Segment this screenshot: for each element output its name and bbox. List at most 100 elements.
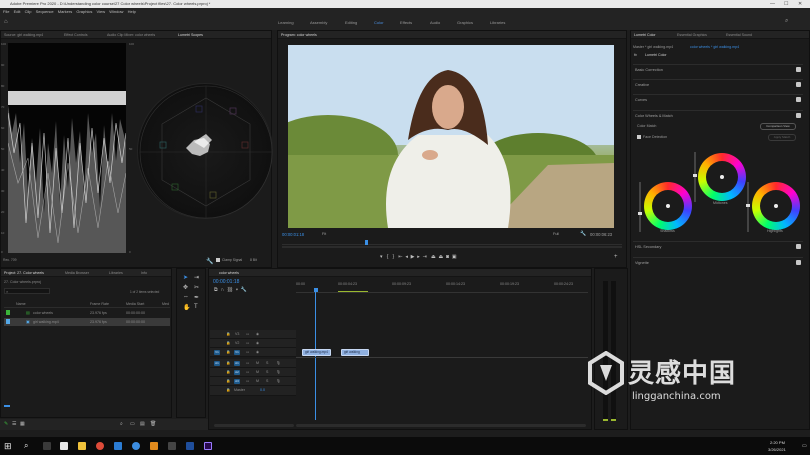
step-back-icon[interactable]: ◂ [405, 254, 408, 260]
pen-tool-icon[interactable]: ✒ [194, 294, 199, 301]
apply-match-button[interactable]: Apply Match [768, 134, 796, 141]
slider-handle[interactable] [693, 174, 697, 177]
chrome-icon[interactable] [96, 442, 104, 450]
extract-icon[interactable]: ⏏ [438, 254, 443, 260]
lock-icon[interactable]: 🔒 [226, 341, 230, 345]
sync-lock-icon[interactable]: ▭ [246, 361, 249, 365]
lock-icon[interactable]: 🔒 [226, 388, 230, 392]
list-view-icon[interactable]: ☰ [12, 421, 16, 427]
taskbar-clock-date[interactable]: 3/26/2021 [768, 447, 786, 452]
menu-markers[interactable]: Markers [58, 8, 72, 16]
type-tool-icon[interactable]: T [194, 304, 198, 310]
tab-essential-graphics[interactable]: Essential Graphics [677, 33, 707, 37]
task-view-icon[interactable] [43, 442, 51, 450]
workspace-graphics[interactable]: Graphics [457, 20, 473, 25]
bit-depth-select[interactable]: 8 Bit [250, 258, 257, 262]
menu-edit[interactable]: Edit [14, 8, 21, 16]
tab-effect-controls[interactable]: Effect Controls [64, 33, 88, 37]
tab-project[interactable]: Project: 27. Color wheels [4, 271, 44, 275]
lumetri-sequence-clip[interactable]: color wheels * girl walking.mp4 [690, 45, 739, 49]
sync-lock-icon[interactable]: ▭ [246, 379, 249, 383]
tab-timeline[interactable]: color wheels [219, 271, 239, 275]
app-icon[interactable] [150, 442, 158, 450]
minimize-button[interactable]: — [770, 0, 775, 8]
app-icon[interactable] [186, 442, 194, 450]
menu-clip[interactable]: Clip [25, 8, 32, 16]
playhead-marker[interactable] [365, 240, 368, 245]
play-icon[interactable]: ▶ [411, 254, 415, 260]
timeline-zoom-scroll[interactable] [296, 424, 586, 427]
pencil-icon[interactable]: ✎ [4, 421, 8, 427]
sync-lock-icon[interactable]: ▭ [246, 350, 249, 354]
microphone-icon[interactable]: 🎙 [276, 379, 281, 383]
workspace-libraries[interactable]: Libraries [490, 20, 505, 25]
timeline-horizontal-scroll[interactable] [214, 424, 294, 427]
section-vignette[interactable]: Vignette [633, 257, 803, 267]
timeline-ruler[interactable]: 00:00 00:00:04:23 00:00:09:23 00:00:14:2… [296, 281, 588, 293]
app-icon[interactable] [168, 442, 176, 450]
add-marker-icon[interactable]: ▾ [380, 254, 383, 260]
file-explorer-icon[interactable] [78, 442, 86, 450]
wrench-icon[interactable]: 🔧 [206, 258, 213, 265]
eye-icon[interactable]: ◉ [256, 341, 259, 345]
tab-info[interactable]: Info [141, 271, 147, 275]
source-patch-v1[interactable]: V1 [214, 350, 220, 355]
track-target-a1[interactable]: A1 [234, 361, 240, 366]
comparison-view-button[interactable]: Comparison View [760, 123, 796, 130]
store-icon[interactable] [60, 442, 68, 450]
microphone-icon[interactable]: 🎙 [276, 370, 281, 374]
slider-handle[interactable] [638, 212, 642, 215]
close-button[interactable]: ✕ [798, 0, 802, 8]
lift-icon[interactable]: ⏏ [431, 254, 436, 260]
hand-tool-icon[interactable]: ✋ [183, 304, 190, 311]
section-checkbox[interactable] [796, 82, 801, 87]
workspace-effects[interactable]: Effects [400, 20, 412, 25]
section-hsl-secondary[interactable]: HSL Secondary [633, 241, 803, 251]
menu-view[interactable]: View [96, 8, 105, 16]
razor-tool-icon[interactable]: ✂ [194, 284, 199, 291]
workspace-learning[interactable]: Learning [278, 20, 294, 25]
lock-icon[interactable]: 🔒 [226, 370, 230, 374]
quality-dropdown[interactable]: Full [553, 232, 559, 236]
export-frame-icon[interactable]: ◙ [446, 254, 449, 260]
tab-essential-sound[interactable]: Essential Sound [726, 33, 752, 37]
tab-lumetri-color[interactable]: Lumetri Color [634, 33, 656, 37]
wheel-center-handle[interactable] [720, 175, 724, 179]
mark-out-icon[interactable]: } [393, 254, 395, 260]
project-item-row-selected[interactable]: ▣ girl walking.mp4 23.976 fps 00:00:00:0… [4, 318, 170, 326]
menu-help[interactable]: Help [128, 8, 136, 16]
notification-icon[interactable]: ▭ [802, 443, 807, 449]
track-target-v1[interactable]: V1 [234, 350, 240, 355]
project-search-input[interactable]: ⌕ [4, 288, 50, 294]
add-button-icon[interactable]: + [614, 254, 618, 260]
label-color-swatch[interactable] [6, 310, 10, 315]
slider-handle[interactable] [746, 204, 750, 207]
section-checkbox[interactable] [796, 244, 801, 249]
column-frame-rate[interactable]: Frame Rate [90, 302, 109, 306]
icon-view-icon[interactable]: ▦ [20, 421, 25, 427]
section-color-wheels[interactable]: Color Wheels & Match [633, 110, 803, 120]
face-detection-checkbox[interactable] [637, 135, 641, 139]
ripple-edit-icon[interactable]: ✥ [183, 284, 188, 291]
lock-icon[interactable]: 🔒 [226, 332, 230, 336]
wrench-icon[interactable]: 🔧 [580, 231, 586, 237]
trash-icon[interactable]: 🗑 [150, 421, 156, 427]
shadows-slider[interactable] [638, 182, 642, 232]
new-item-icon[interactable]: ▤ [140, 421, 145, 427]
clamp-signal-checkbox[interactable] [216, 258, 220, 262]
maximize-button[interactable]: ☐ [784, 0, 788, 8]
tab-program[interactable]: Program: color wheels [281, 33, 317, 37]
mute-button[interactable]: M [256, 370, 259, 374]
search-icon[interactable]: ⌕ [785, 18, 788, 25]
midtones-slider[interactable] [693, 152, 697, 202]
new-bin-icon[interactable]: ▭ [130, 421, 135, 427]
app-icon[interactable] [132, 442, 140, 450]
go-to-in-icon[interactable]: ⇤ [398, 254, 402, 260]
lumetri-master-clip[interactable]: Master * girl walking.mp4 [633, 45, 673, 49]
workspace-editing[interactable]: Editing [345, 20, 357, 25]
track-target-a2[interactable]: A2 [234, 370, 240, 375]
comparison-view-icon[interactable]: ▣ [452, 254, 457, 260]
workspace-assembly[interactable]: Assembly [310, 20, 327, 25]
lock-icon[interactable]: 🔒 [226, 361, 230, 365]
tab-audio-clip-mixer[interactable]: Audio Clip Mixer: color wheels [107, 33, 155, 37]
